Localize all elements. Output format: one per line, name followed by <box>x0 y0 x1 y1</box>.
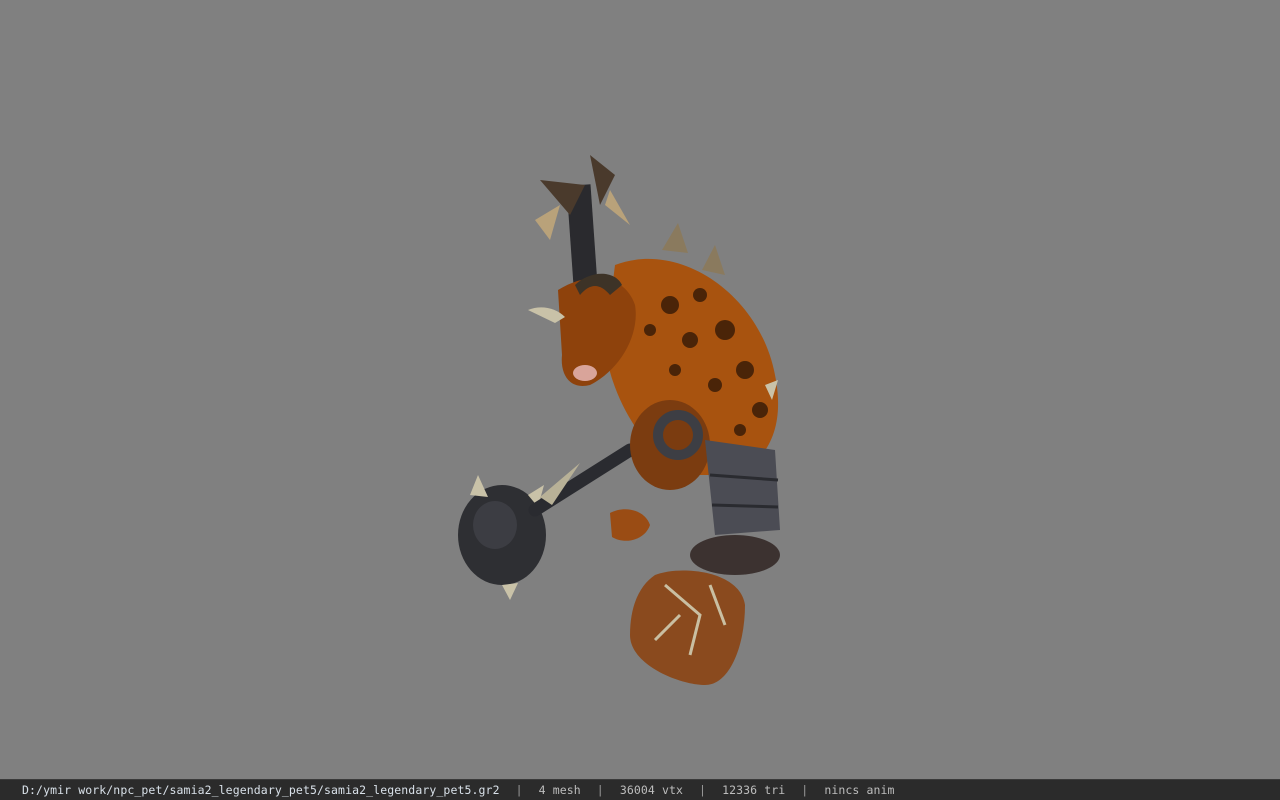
vertex-count: 36004 vtx <box>619 783 684 797</box>
separator: | <box>801 783 809 797</box>
status-bar: D:/ymir work/npc_pet/samia2_legendary_pe… <box>0 779 1280 800</box>
separator: | <box>596 783 604 797</box>
mesh-count: 4 mesh <box>538 783 581 797</box>
animation-status: nincs anim <box>824 783 895 797</box>
separator: | <box>515 783 523 797</box>
triangle-count: 12336 tri <box>722 783 786 797</box>
3d-viewport[interactable] <box>0 0 1280 779</box>
creature-model <box>458 155 780 685</box>
file-path: D:/ymir work/npc_pet/samia2_legendary_pe… <box>22 783 500 797</box>
separator: | <box>699 783 707 797</box>
